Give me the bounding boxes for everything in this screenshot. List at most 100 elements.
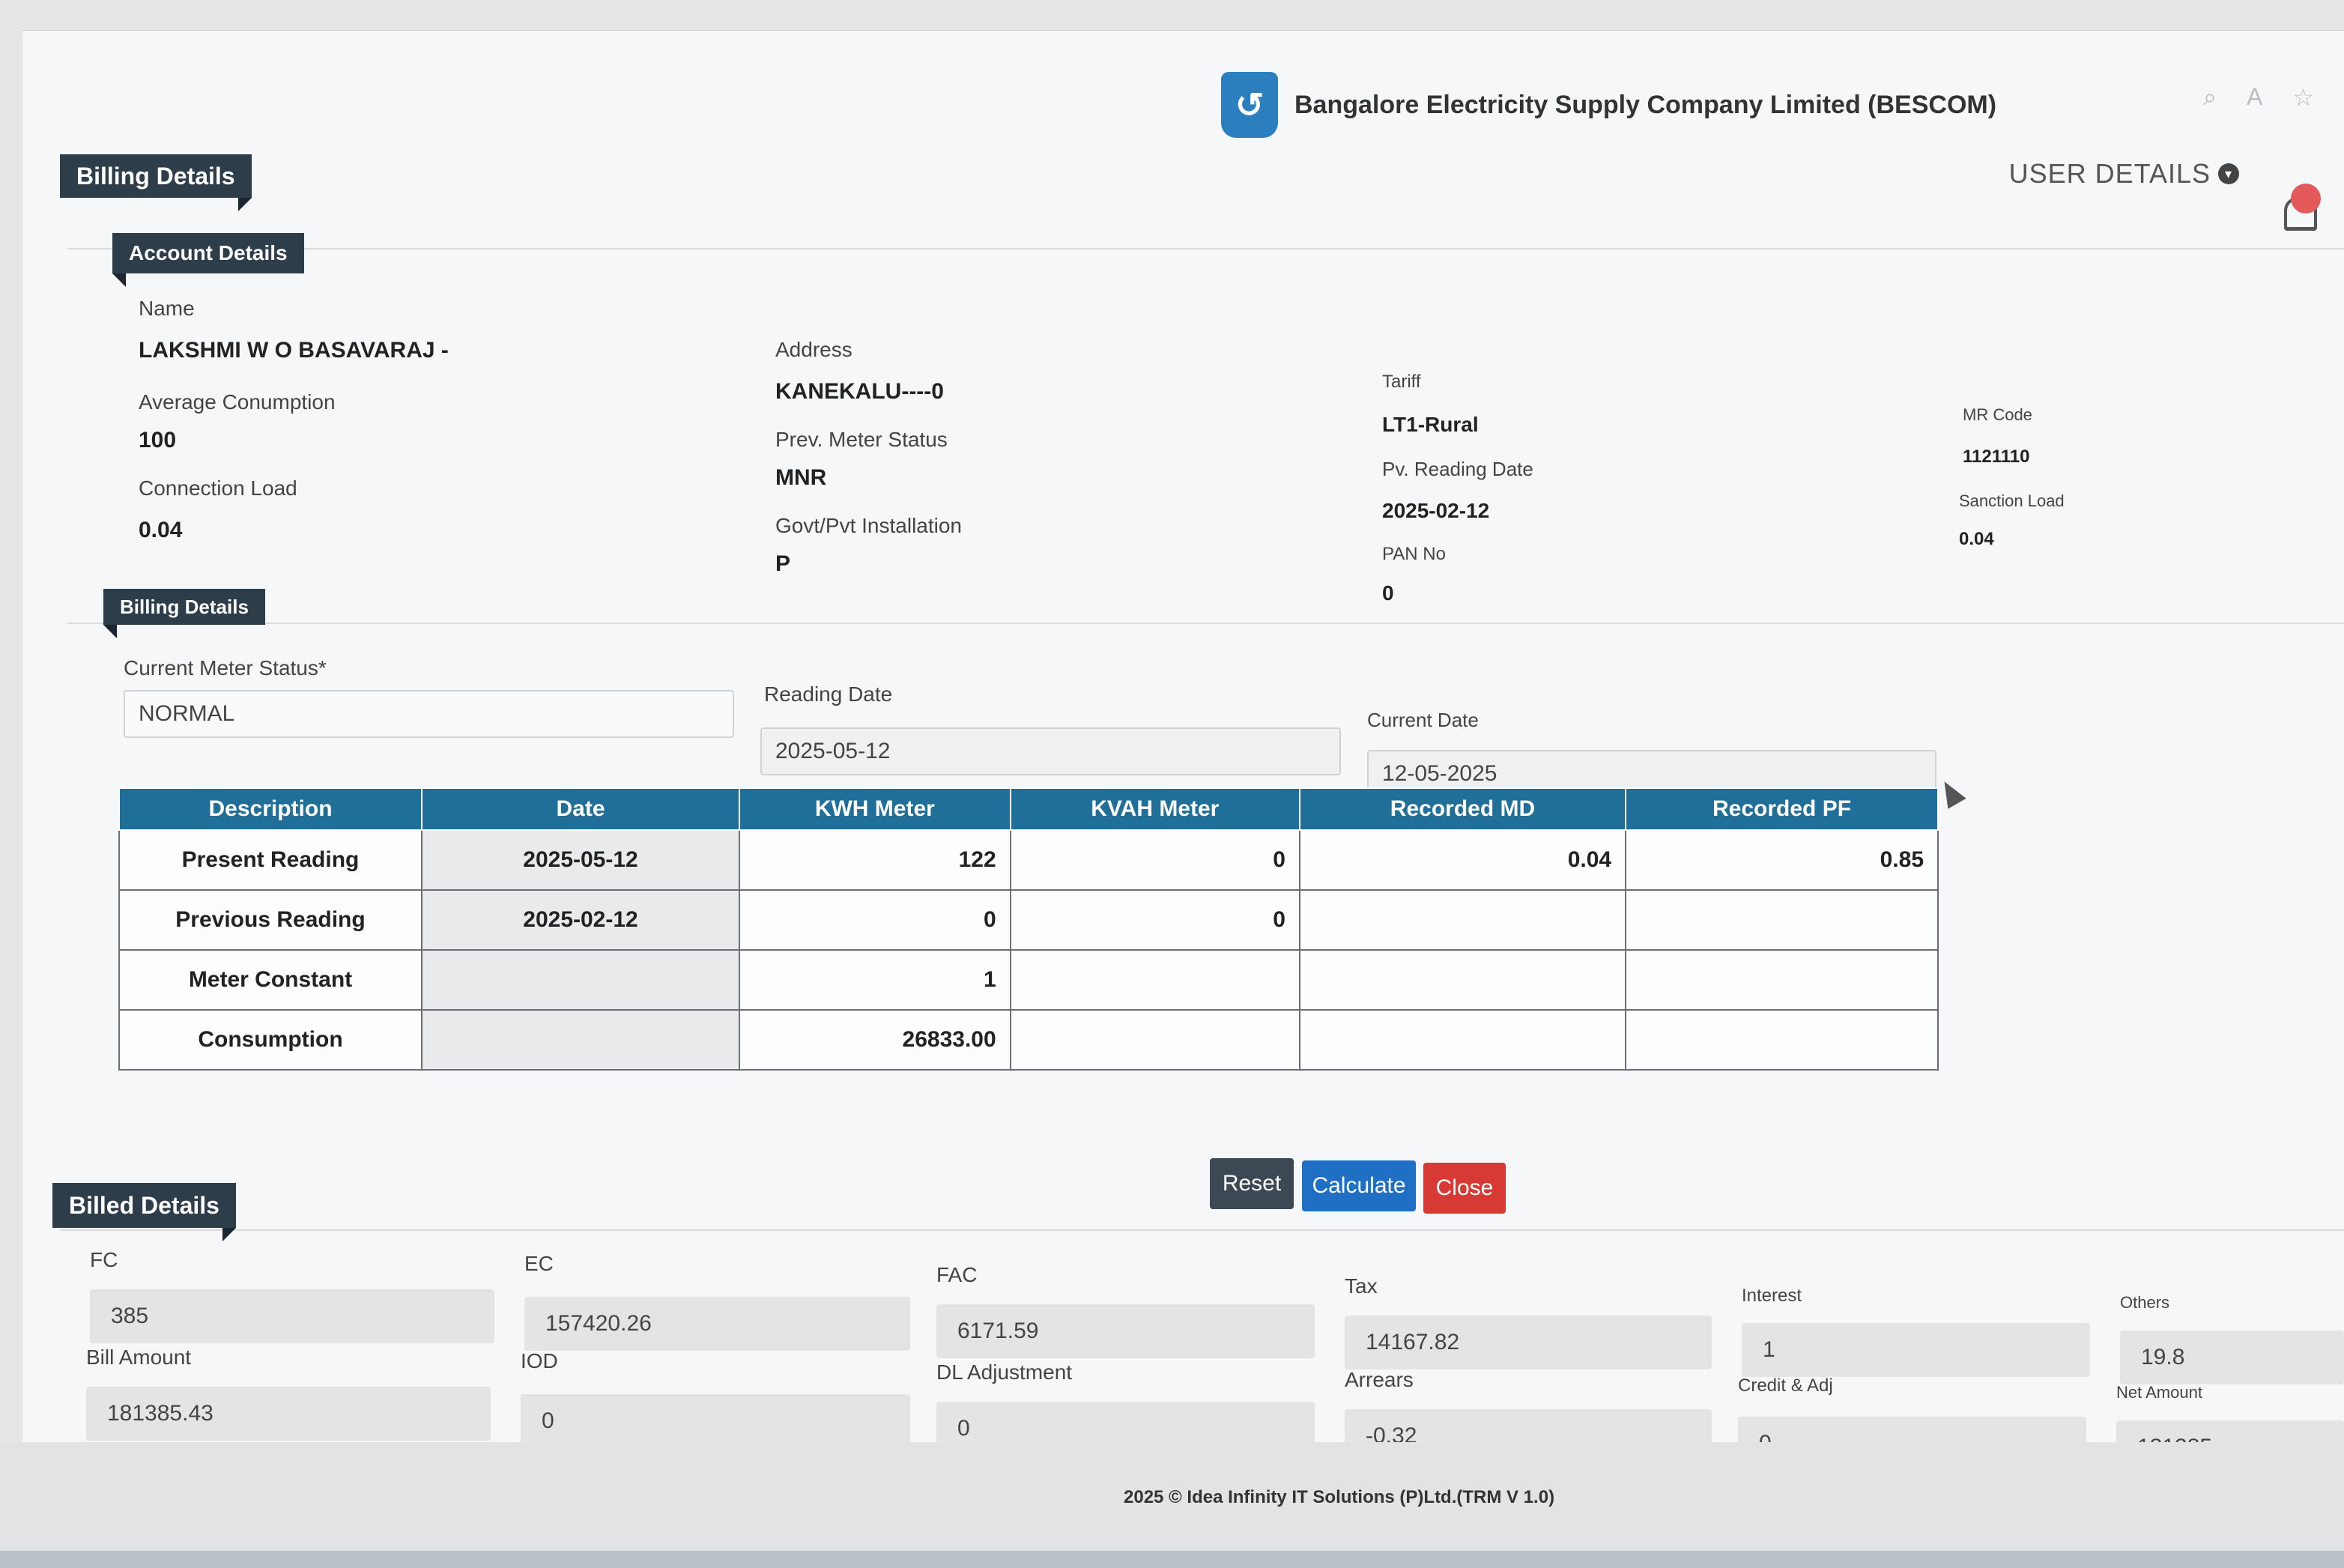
recorded-md-cell <box>1298 949 1627 1011</box>
recorded-md-cell <box>1298 1009 1627 1071</box>
fc-field[interactable]: 385 <box>90 1289 494 1343</box>
mr-code-label: MR Code <box>1963 405 2032 424</box>
kwh-cell[interactable]: 122 <box>739 829 1011 891</box>
net-amount-label: Net Amount <box>2116 1383 2202 1402</box>
billing-details-main-tag: Billing Details <box>60 154 252 211</box>
fc-label: FC <box>90 1248 118 1271</box>
current-date-label: Current Date <box>1367 709 1479 731</box>
close-button[interactable]: Close <box>1423 1163 1506 1214</box>
iod-field[interactable]: 0 <box>521 1394 910 1448</box>
read-aloud-icon[interactable]: A <box>2247 83 2262 112</box>
tax-value: 14167.82 <box>1366 1330 1460 1354</box>
table-row: Meter Constant 1 <box>118 949 1939 1011</box>
meter-readings-table: Description Date KWH Meter KVAH Meter Re… <box>118 787 1939 1071</box>
pan-no-value: 0 <box>1382 581 1394 605</box>
current-meter-status-value: NORMAL <box>139 701 235 726</box>
table-row: Present Reading 2025-05-12 122 0 0.04 0.… <box>118 829 1939 891</box>
brand: ↺ Bangalore Electricity Supply Company L… <box>1221 72 1996 138</box>
sanction-load-label: Sanction Load <box>1959 491 2065 510</box>
interest-value: 1 <box>1763 1337 1775 1362</box>
recorded-md-cell[interactable]: 0.04 <box>1298 829 1627 891</box>
recorded-pf-cell[interactable]: 0.85 <box>1625 829 1939 891</box>
kvah-cell[interactable]: 0 <box>1009 829 1300 891</box>
pv-reading-date-label: Pv. Reading Date <box>1382 458 1533 480</box>
kwh-cell: 26833.00 <box>739 1009 1011 1071</box>
row-date: 2025-05-12 <box>421 829 740 891</box>
mr-code-value: 1121110 <box>1963 447 2030 467</box>
notification-bell-icon[interactable] <box>2280 184 2321 233</box>
kvah-cell[interactable]: 0 <box>1009 889 1300 951</box>
govt-pvt-value: P <box>775 551 791 576</box>
notification-badge <box>2291 184 2321 214</box>
ec-field[interactable]: 157420.26 <box>524 1297 910 1351</box>
sanction-load-value: 0.04 <box>1959 529 1994 549</box>
fac-field[interactable]: 6171.59 <box>936 1304 1315 1358</box>
interest-field[interactable]: 1 <box>1742 1323 2090 1377</box>
bill-amount-label: Bill Amount <box>86 1345 192 1369</box>
tariff-label: Tariff <box>1382 372 1421 392</box>
favorite-star-icon[interactable]: ☆ <box>2292 83 2314 112</box>
zoom-icon[interactable]: ⌕ <box>2203 83 2217 112</box>
current-date-value: 12-05-2025 <box>1382 761 1497 786</box>
connection-load-label: Connection Load <box>139 476 297 500</box>
ec-label: EC <box>524 1252 554 1275</box>
tax-field[interactable]: 14167.82 <box>1345 1316 1712 1369</box>
mouse-cursor-icon <box>1935 776 1966 809</box>
fac-value: 6171.59 <box>957 1319 1039 1343</box>
row-date <box>421 949 740 1011</box>
company-name: Bangalore Electricity Supply Company Lim… <box>1294 90 1997 119</box>
table-row: Previous Reading 2025-02-12 0 0 <box>118 889 1939 951</box>
user-details-menu[interactable]: USER DETAILS ▾ <box>2009 158 2239 190</box>
tariff-value: LT1-Rural <box>1382 413 1479 436</box>
reading-date-value: 2025-05-12 <box>775 739 891 763</box>
os-taskbar <box>0 1551 2344 1568</box>
avg-consumption-value: 100 <box>139 428 177 452</box>
header-bar: ↺ Bangalore Electricity Supply Company L… <box>22 31 2344 151</box>
prev-meter-status-label: Prev. Meter Status <box>775 428 948 451</box>
col-kwh-meter: KWH Meter <box>739 787 1011 831</box>
reset-button[interactable]: Reset <box>1210 1158 1294 1209</box>
reading-date-label: Reading Date <box>764 682 893 706</box>
pan-no-label: PAN No <box>1382 544 1446 564</box>
header-icons: ⌕ A ☆ <box>2203 83 2314 112</box>
user-details-label: USER DETAILS <box>2008 158 2211 189</box>
row-description: Meter Constant <box>118 949 423 1011</box>
row-description: Previous Reading <box>118 889 423 951</box>
credit-adj-label: Credit & Adj <box>1738 1375 1833 1396</box>
recorded-pf-cell <box>1625 949 1939 1011</box>
bill-amount-field[interactable]: 181385.43 <box>86 1387 491 1441</box>
address-label: Address <box>775 338 852 361</box>
kwh-cell: 1 <box>739 949 1011 1011</box>
fac-label: FAC <box>936 1263 978 1286</box>
reading-date-input[interactable]: 2025-05-12 <box>760 727 1341 775</box>
others-label: Others <box>2120 1293 2170 1312</box>
pv-reading-date-value: 2025-02-12 <box>1382 499 1490 522</box>
address-value: KANEKALU----0 <box>775 379 944 404</box>
col-date: Date <box>421 787 740 831</box>
calculate-button[interactable]: Calculate <box>1302 1160 1416 1211</box>
kwh-cell[interactable]: 0 <box>739 889 1011 951</box>
dl-adjustment-label: DL Adjustment <box>936 1360 1073 1384</box>
table-header-row: Description Date KWH Meter KVAH Meter Re… <box>118 787 1939 831</box>
divider <box>60 1229 2344 1231</box>
kvah-cell <box>1009 949 1300 1011</box>
col-description: Description <box>118 787 423 831</box>
arrears-label: Arrears <box>1345 1368 1414 1391</box>
current-meter-status-select[interactable]: NORMAL <box>124 690 734 738</box>
current-meter-status-label: Current Meter Status* <box>124 656 327 679</box>
account-details-tag: Account Details <box>112 233 304 287</box>
app-page: ↺ Bangalore Electricity Supply Company L… <box>22 30 2344 1474</box>
recorded-pf-cell <box>1625 1009 1939 1071</box>
row-date: 2025-02-12 <box>421 889 740 951</box>
recorded-pf-cell <box>1625 889 1939 951</box>
others-field[interactable]: 19.8 <box>2120 1331 2344 1384</box>
table-row: Consumption 26833.00 <box>118 1009 1939 1071</box>
iod-value: 0 <box>542 1408 554 1433</box>
col-recorded-md: Recorded MD <box>1298 787 1627 831</box>
chevron-down-icon: ▾ <box>2218 163 2239 184</box>
billing-details-tag: Billing Details <box>103 589 265 638</box>
row-description: Present Reading <box>118 829 423 891</box>
name-value: LAKSHMI W O BASAVARAJ - <box>139 338 449 363</box>
recorded-md-cell <box>1298 889 1627 951</box>
fc-value: 385 <box>111 1304 149 1328</box>
